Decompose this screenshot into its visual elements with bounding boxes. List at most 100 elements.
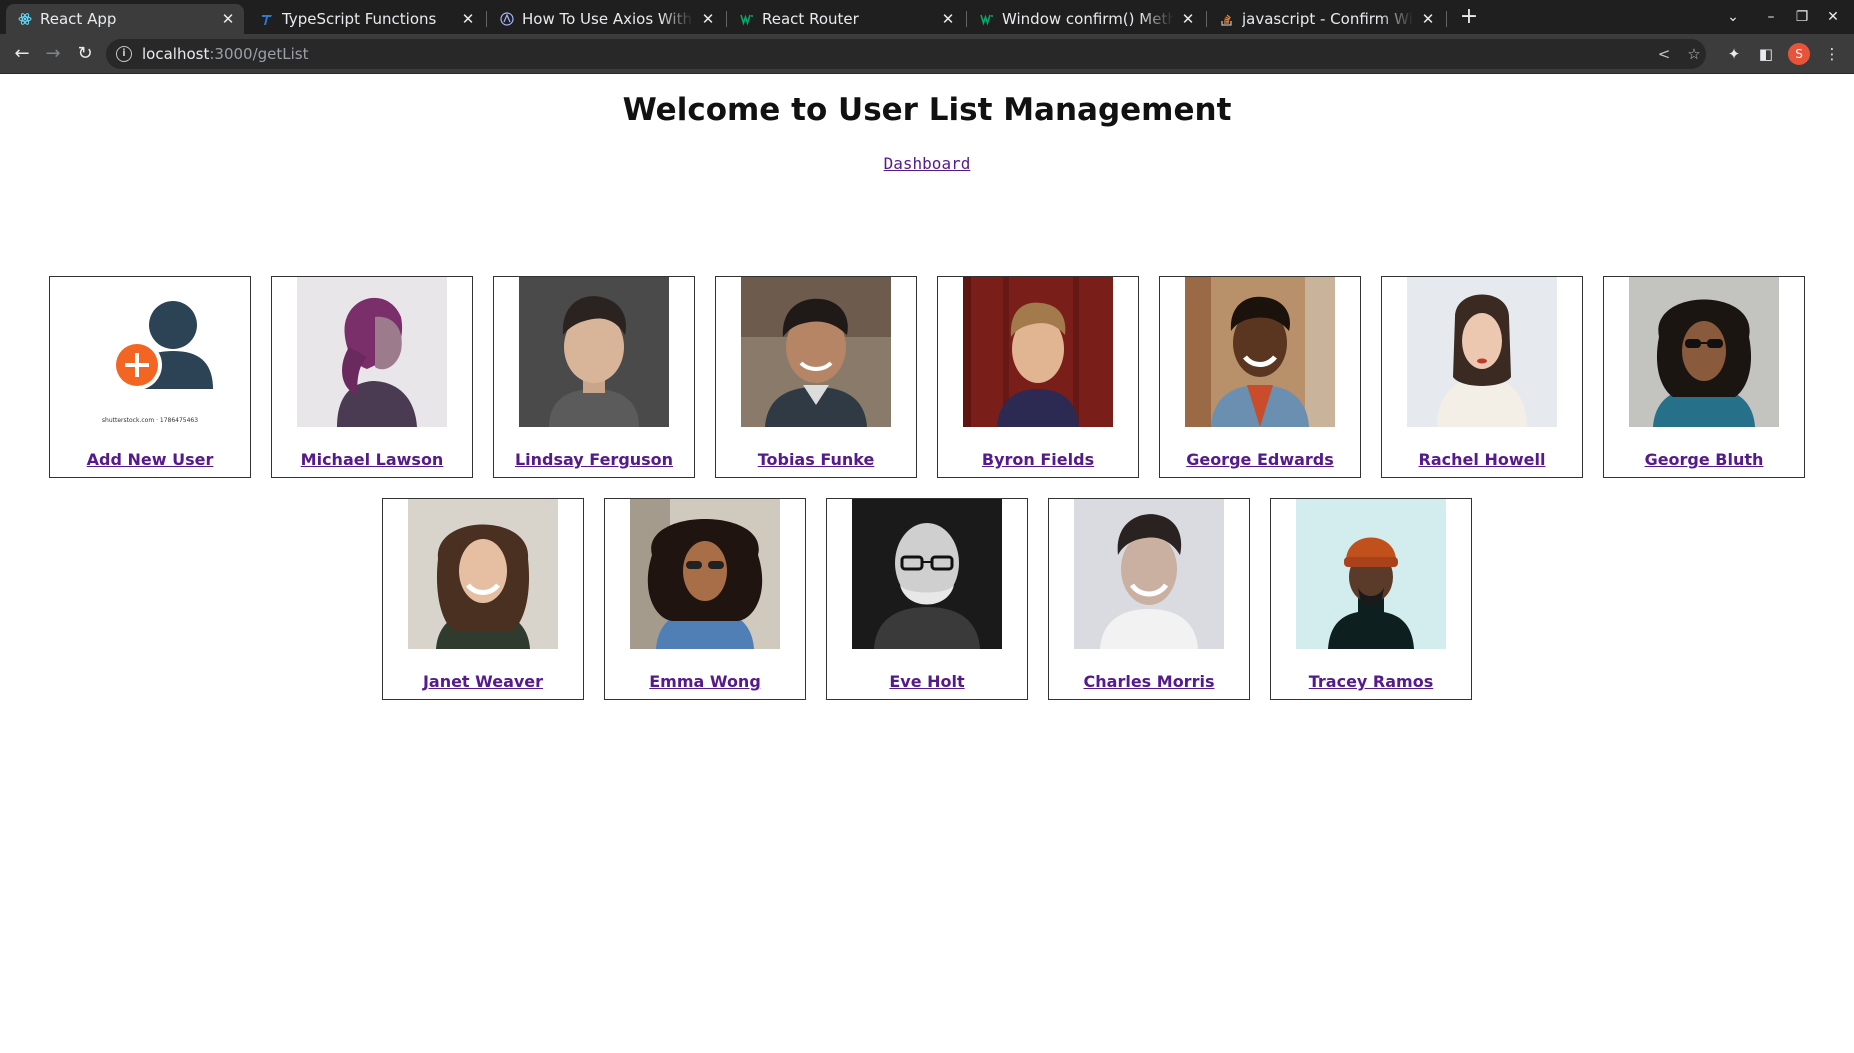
user-portrait [852, 499, 1002, 649]
user-portrait [741, 277, 891, 427]
url-text[interactable]: localhost:3000/getList [142, 39, 308, 69]
new-tab-button[interactable]: + [1456, 4, 1482, 30]
share-icon[interactable]: < [1654, 44, 1674, 64]
user-portrait [519, 277, 669, 427]
side-panel-icon[interactable]: ◧ [1756, 44, 1776, 64]
restore-window-icon[interactable]: ❐ [1789, 4, 1815, 30]
user-card[interactable]: George Edwards [1159, 276, 1361, 478]
user-photo[interactable] [963, 277, 1113, 427]
back-arrow-icon[interactable]: ← [8, 40, 36, 68]
add-user-card[interactable]: shutterstock.com · 1786475463 Add New Us… [49, 276, 251, 478]
user-photo[interactable] [1629, 277, 1779, 427]
user-name-link[interactable]: George Bluth [1645, 450, 1764, 469]
user-portrait [408, 499, 558, 649]
extensions-puzzle-icon[interactable]: ✦ [1724, 44, 1744, 64]
user-portrait [963, 277, 1113, 427]
close-tab-icon[interactable]: ✕ [1420, 4, 1436, 34]
user-photo[interactable] [519, 277, 669, 427]
user-row: shutterstock.com · 1786475463 Add New Us… [48, 276, 1806, 478]
tab-react-router[interactable]: React Router ✕ [728, 4, 964, 34]
user-photo[interactable] [297, 277, 447, 427]
tab-search-chevron-icon[interactable]: ⌄ [1720, 4, 1746, 30]
tab-separator [1446, 11, 1447, 27]
tab-title: TypeScript Functions [282, 10, 437, 28]
page-title: Welcome to User List Management [622, 92, 1232, 128]
user-portrait [1185, 277, 1335, 427]
browser-menu-icon[interactable]: ⋮ [1822, 44, 1842, 64]
react-favicon-icon [18, 13, 32, 25]
tab-separator [966, 11, 967, 27]
w3schools-favicon-icon [980, 14, 993, 26]
user-card[interactable]: Tobias Funke [715, 276, 917, 478]
user-name-link[interactable]: Eve Holt [889, 672, 964, 691]
tab-typescript-functions[interactable]: TypeScript Functions ✕ [248, 4, 484, 34]
user-card[interactable]: Charles Morris [1048, 498, 1250, 700]
forward-arrow-icon[interactable]: → [39, 40, 67, 68]
address-bar[interactable]: i localhost:3000/getList < ☆ [106, 39, 1706, 69]
user-name-link[interactable]: Tobias Funke [758, 450, 875, 469]
user-card[interactable]: Michael Lawson [271, 276, 473, 478]
user-name-link[interactable]: Byron Fields [982, 450, 1094, 469]
page-content: Welcome to User List Management Dashboar… [0, 75, 1854, 1053]
site-info-icon[interactable]: i [116, 46, 132, 62]
user-card[interactable]: Emma Wong [604, 498, 806, 700]
add-user-link[interactable]: Add New User [87, 450, 214, 469]
user-photo[interactable] [1185, 277, 1335, 427]
user-portrait [1296, 499, 1446, 649]
tab-title: React App [40, 10, 117, 28]
axios-favicon-icon [500, 12, 514, 26]
user-photo[interactable] [630, 499, 780, 649]
tab-title: javascript - Confirm Window [1242, 10, 1414, 28]
user-name-link[interactable]: Lindsay Ferguson [515, 450, 673, 469]
bookmark-star-icon[interactable]: ☆ [1684, 44, 1704, 64]
reload-icon[interactable]: ↻ [71, 40, 99, 68]
user-card[interactable]: Lindsay Ferguson [493, 276, 695, 478]
user-name-link[interactable]: Michael Lawson [301, 450, 444, 469]
dashboard-link[interactable]: Dashboard [884, 154, 971, 173]
user-name-link[interactable]: Emma Wong [649, 672, 761, 691]
user-photo[interactable] [852, 499, 1002, 649]
tab-title: How To Use Axios With React [522, 10, 694, 28]
user-card[interactable]: Tracey Ramos [1270, 498, 1472, 700]
stock-caption: shutterstock.com · 1786475463 [101, 417, 199, 424]
user-name-link[interactable]: Tracey Ramos [1309, 672, 1433, 691]
user-photo[interactable] [408, 499, 558, 649]
tab-window-confirm[interactable]: Window confirm() Method ✕ [968, 4, 1204, 34]
close-tab-icon[interactable]: ✕ [700, 4, 716, 34]
user-card[interactable]: Janet Weaver [382, 498, 584, 700]
user-photo[interactable] [1407, 277, 1557, 427]
url-path: :3000/getList [209, 45, 309, 63]
tab-separator [1206, 11, 1207, 27]
user-photo[interactable] [741, 277, 891, 427]
user-photo[interactable] [1296, 499, 1446, 649]
user-row: Janet Weaver Emma Wong Eve Holt Charles … [48, 498, 1806, 700]
user-card[interactable]: Byron Fields [937, 276, 1139, 478]
user-name-link[interactable]: George Edwards [1186, 450, 1334, 469]
typescript-favicon-icon [262, 15, 272, 25]
tab-react-app[interactable]: React App ✕ [6, 4, 244, 34]
user-card[interactable]: Eve Holt [826, 498, 1028, 700]
user-portrait [1074, 499, 1224, 649]
user-portrait [1629, 277, 1779, 427]
profile-avatar[interactable]: S [1788, 43, 1810, 65]
close-tab-icon[interactable]: ✕ [1180, 4, 1196, 34]
tab-axios-react[interactable]: How To Use Axios With React ✕ [488, 4, 724, 34]
tab-title: React Router [762, 10, 859, 28]
user-card[interactable]: George Bluth [1603, 276, 1805, 478]
tab-stackoverflow-confirm[interactable]: javascript - Confirm Window ✕ [1208, 4, 1444, 34]
user-name-link[interactable]: Rachel Howell [1419, 450, 1546, 469]
close-tab-icon[interactable]: ✕ [220, 4, 236, 34]
close-window-icon[interactable]: ✕ [1820, 4, 1846, 30]
w3schools-favicon-icon [740, 14, 753, 26]
dashboard-link-wrapper: Dashboard [0, 154, 1854, 173]
minimize-window-icon[interactable]: – [1758, 4, 1784, 30]
user-name-link[interactable]: Charles Morris [1084, 672, 1215, 691]
user-grid: shutterstock.com · 1786475463 Add New Us… [48, 276, 1806, 720]
close-tab-icon[interactable]: ✕ [940, 4, 956, 34]
user-card[interactable]: Rachel Howell [1381, 276, 1583, 478]
user-name-link[interactable]: Janet Weaver [423, 672, 543, 691]
close-tab-icon[interactable]: ✕ [460, 4, 476, 34]
add-user-image[interactable]: shutterstock.com · 1786475463 [75, 277, 225, 427]
user-portrait [1407, 277, 1557, 427]
user-photo[interactable] [1074, 499, 1224, 649]
